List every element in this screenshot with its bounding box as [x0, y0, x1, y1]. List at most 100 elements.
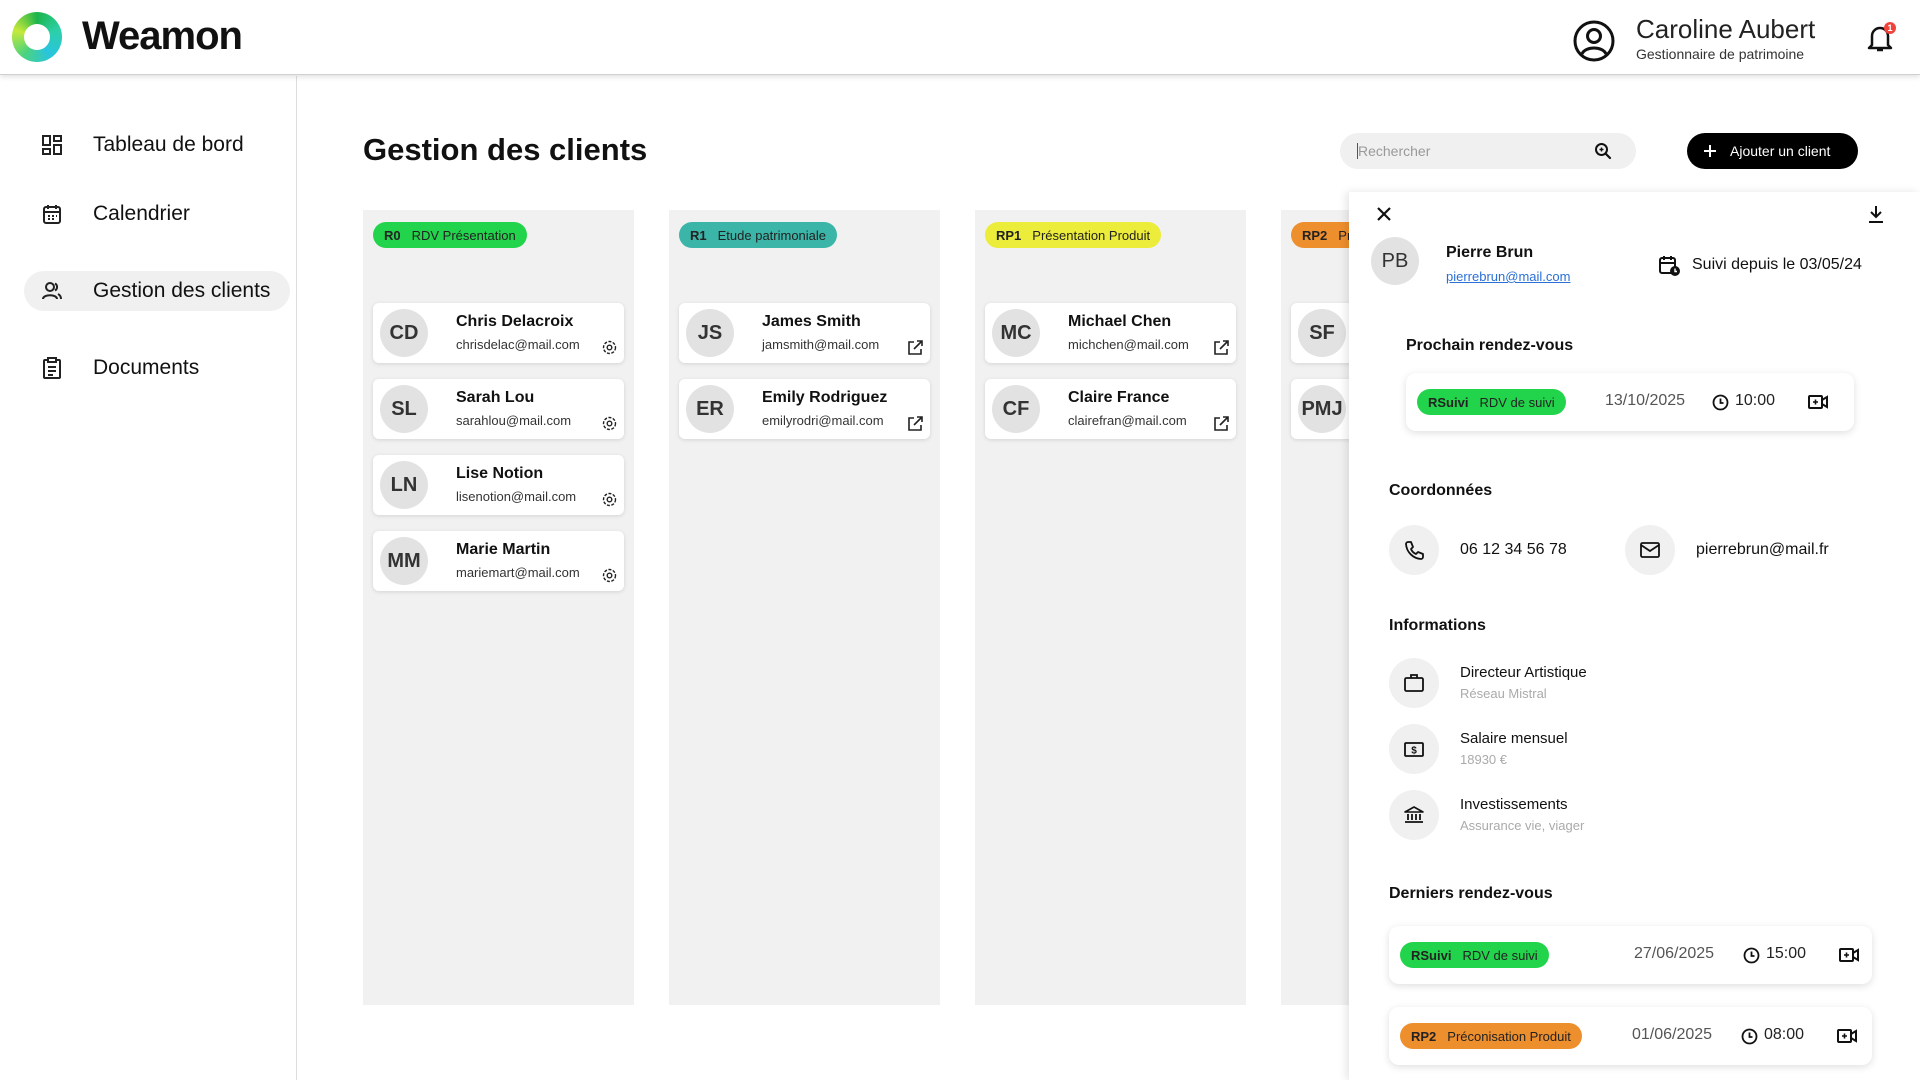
- external-link-icon[interactable]: [907, 415, 924, 432]
- video-call-icon[interactable]: [1836, 1026, 1858, 1046]
- avatar: SF: [1298, 309, 1346, 357]
- client-card[interactable]: PMJ: [1291, 379, 1349, 439]
- tag-label: RDV de suivi: [1462, 947, 1538, 963]
- info-subtitle: Assurance vie, viager: [1460, 818, 1585, 833]
- sidebar-item-label: Calendrier: [93, 202, 190, 225]
- avatar: CD: [380, 309, 428, 357]
- email-button[interactable]: [1625, 525, 1675, 575]
- close-icon[interactable]: [1374, 204, 1394, 224]
- sidebar-item-documents[interactable]: Documents: [24, 348, 290, 388]
- sidebar: Tableau de bord Calendrier Gestion des c…: [0, 76, 297, 1080]
- client-email: emilyrodri@mail.com: [762, 413, 884, 428]
- appointment-date: 13/10/2025: [1605, 392, 1686, 409]
- client-card[interactable]: SL Sarah Lou sarahlou@mail.com: [373, 379, 624, 439]
- tag-label: Pr: [1338, 227, 1349, 243]
- client-name: Pierre Brun: [1446, 244, 1534, 261]
- avatar: MC: [992, 309, 1040, 357]
- user-name: Caroline Aubert: [1636, 14, 1816, 44]
- avatar: LN: [380, 461, 428, 509]
- add-client-label: Ajouter un client: [1730, 143, 1831, 159]
- past-appointment-card[interactable]: RP2 Préconisation Produit 01/06/2025 08:…: [1389, 1007, 1872, 1065]
- next-appointment-title: Prochain rendez-vous: [1406, 337, 1574, 354]
- appointment-tag: RSuivi RDV de suivi: [1417, 389, 1566, 415]
- appointment-date: 27/06/2025: [1634, 945, 1715, 962]
- external-link-icon[interactable]: [907, 339, 924, 356]
- client-card[interactable]: SF: [1291, 303, 1349, 363]
- sidebar-item-dashboard[interactable]: Tableau de bord: [24, 125, 290, 165]
- search-input[interactable]: [1358, 141, 1578, 161]
- tag-code: RP2: [1411, 1028, 1437, 1044]
- video-call-icon[interactable]: [1807, 392, 1829, 412]
- column-tag: R1 Etude patrimoniale: [679, 222, 838, 248]
- column-tag: R0 RDV Présentation: [373, 222, 527, 248]
- top-header: Weamon Caroline Aubert Gestionnaire de p…: [0, 0, 1920, 75]
- info-title: Investissements: [1460, 796, 1568, 813]
- notification-badge: 1: [1884, 22, 1896, 34]
- client-name: Chris Delacroix: [456, 313, 574, 330]
- mail-icon: [1640, 542, 1660, 558]
- sidebar-item-clients[interactable]: Gestion des clients: [24, 271, 290, 311]
- sidebar-item-calendar[interactable]: Calendrier: [24, 194, 290, 234]
- client-card[interactable]: JS James Smith jamsmith@mail.com: [679, 303, 930, 363]
- download-icon[interactable]: [1866, 204, 1886, 224]
- client-email: michchen@mail.com: [1068, 337, 1189, 352]
- clock-icon: [1741, 1028, 1758, 1045]
- video-call-icon[interactable]: [1838, 945, 1860, 965]
- client-email: mariemart@mail.com: [456, 565, 580, 580]
- calendar-icon: [43, 205, 61, 224]
- info-title: Directeur Artistique: [1460, 664, 1587, 681]
- tag-label: Etude patrimoniale: [717, 227, 827, 243]
- appointment-date: 01/06/2025: [1632, 1026, 1713, 1043]
- next-appointment-card[interactable]: RSuivi RDV de suivi 13/10/2025 10:00: [1406, 373, 1854, 431]
- sidebar-item-label: Tableau de bord: [93, 133, 244, 156]
- information-title: Informations: [1389, 617, 1486, 634]
- kanban-column-rp1: RP1 Présentation Produit MC Michael Chen…: [975, 210, 1246, 1005]
- logo-icon: [12, 12, 62, 62]
- gear-icon[interactable]: [601, 491, 618, 508]
- client-card[interactable]: CF Claire France clairefran@mail.com: [985, 379, 1236, 439]
- client-card[interactable]: LN Lise Notion lisenotion@mail.com: [373, 455, 624, 515]
- appointment-tag: RSuivi RDV de suivi: [1400, 942, 1549, 968]
- user-role: Gestionnaire de patrimoine: [1636, 46, 1805, 62]
- client-card[interactable]: MC Michael Chen michchen@mail.com: [985, 303, 1236, 363]
- search-icon[interactable]: [1593, 141, 1613, 161]
- column-tag: RP2 Pr: [1291, 222, 1349, 248]
- external-link-icon[interactable]: [1213, 339, 1230, 356]
- avatar: ER: [686, 385, 734, 433]
- add-client-button[interactable]: Ajouter un client: [1687, 133, 1858, 169]
- client-name: Michael Chen: [1068, 313, 1172, 330]
- tag-code: RP1: [996, 227, 1022, 243]
- client-email: clairefran@mail.com: [1068, 413, 1187, 428]
- clock-icon: [1743, 947, 1760, 964]
- app-logo-text: Weamon: [82, 14, 243, 58]
- contact-title: Coordonnées: [1389, 482, 1493, 499]
- dashboard-icon: [42, 135, 62, 155]
- kanban-column-r1: R1 Etude patrimoniale JS James Smith jam…: [669, 210, 940, 1005]
- external-link-icon[interactable]: [1213, 415, 1230, 432]
- gear-icon[interactable]: [601, 339, 618, 356]
- users-icon: [42, 282, 62, 300]
- info-subtitle: 18930 €: [1460, 752, 1507, 767]
- gear-icon[interactable]: [601, 415, 618, 432]
- search-bar[interactable]: [1340, 133, 1636, 169]
- tag-code: R1: [690, 227, 707, 243]
- phone-button[interactable]: [1389, 525, 1439, 575]
- tag-label: Présentation Produit: [1032, 227, 1151, 243]
- client-card[interactable]: CD Chris Delacroix chrisdelac@mail.com: [373, 303, 624, 363]
- client-card[interactable]: ER Emily Rodriguez emilyrodri@mail.com: [679, 379, 930, 439]
- phone-number: 06 12 34 56 78: [1460, 541, 1567, 558]
- follow-since: Suivi depuis le 03/05/24: [1692, 256, 1862, 273]
- info-subtitle: Réseau Mistral: [1460, 686, 1547, 701]
- client-email-link[interactable]: pierrebrun@mail.com: [1446, 269, 1570, 284]
- client-email: jamsmith@mail.com: [762, 337, 880, 352]
- calendar-clock-icon: [1659, 256, 1680, 276]
- gear-icon[interactable]: [601, 567, 618, 584]
- tag-code: RSuivi: [1428, 394, 1469, 410]
- past-appointment-card[interactable]: RSuivi RDV de suivi 27/06/2025 15:00: [1389, 926, 1872, 984]
- sidebar-item-label: Documents: [93, 356, 200, 379]
- user-account-icon[interactable]: [1572, 19, 1616, 63]
- avatar: MM: [380, 537, 428, 585]
- avatar: CF: [992, 385, 1040, 433]
- client-name: Lise Notion: [456, 465, 544, 482]
- client-card[interactable]: MM Marie Martin mariemart@mail.com: [373, 531, 624, 591]
